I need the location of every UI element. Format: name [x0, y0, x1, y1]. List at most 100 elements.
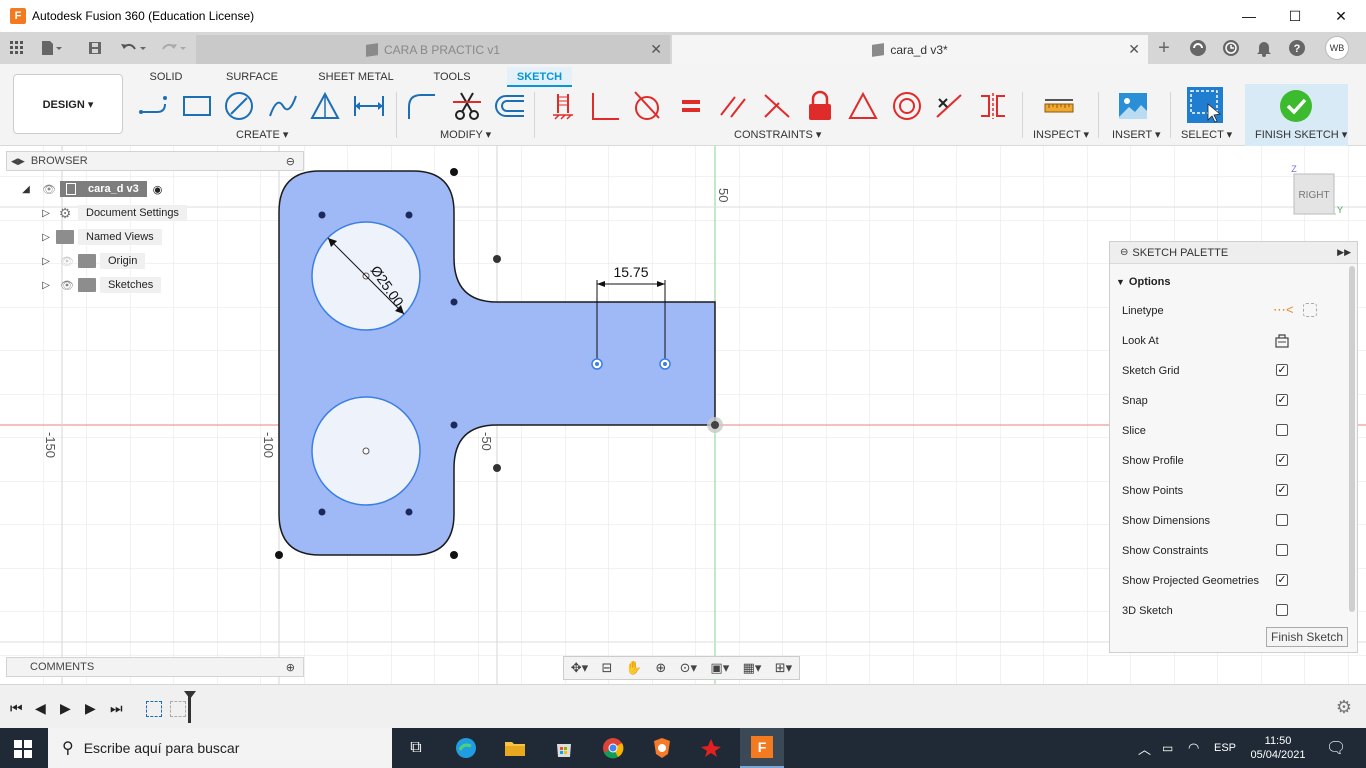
show-profile-checkbox[interactable]: ✓	[1276, 454, 1288, 466]
store-icon[interactable]	[546, 732, 582, 764]
palette-scrollbar[interactable]	[1349, 266, 1355, 612]
maximize-button[interactable]: ☐	[1272, 0, 1318, 32]
tab-cara-d[interactable]: cara_d v3* ✕	[672, 35, 1148, 64]
linear-dimension-label[interactable]: 15.75	[613, 264, 648, 280]
slice-checkbox[interactable]	[1276, 424, 1288, 436]
tree-root-label[interactable]: cara_d v3	[59, 181, 147, 197]
close-tab-icon[interactable]: ✕	[650, 41, 662, 58]
viewcube-face-label[interactable]: RIGHT	[1298, 190, 1329, 201]
expand-triangle-icon[interactable]: ▷	[40, 231, 52, 243]
finish-sketch-check-icon[interactable]	[1278, 88, 1314, 124]
timeline-step-back-icon[interactable]: ◀︎	[35, 700, 46, 717]
tree-item-named-views[interactable]: ▷ Named Views	[40, 227, 162, 247]
tab-solid[interactable]: SOLID	[146, 67, 186, 87]
red-app-icon[interactable]	[693, 732, 729, 764]
pan-hand-icon[interactable]: ✋	[626, 660, 642, 676]
collapse-arrows-icon[interactable]: ◀▶	[11, 156, 25, 167]
taskbar-search-box[interactable]: ⚲ Escribe aquí para buscar	[48, 728, 392, 768]
file-explorer-icon[interactable]	[497, 732, 533, 764]
help-icon[interactable]: ?	[1286, 37, 1308, 59]
look-at-nav-icon[interactable]: ⊟	[601, 660, 612, 676]
tree-item-sketches[interactable]: ▷ 👁 Sketches	[40, 275, 162, 295]
fix-constraint-icon[interactable]	[546, 90, 580, 122]
collinear-constraint-icon[interactable]	[932, 90, 966, 122]
timeline-marker-head[interactable]	[184, 691, 196, 699]
options-section-header[interactable]: ▼ Options	[1116, 274, 1170, 290]
show-projected-geometries-checkbox[interactable]: ✓	[1276, 574, 1288, 586]
extensions-icon[interactable]	[1187, 37, 1209, 59]
expand-triangle-icon[interactable]: ▷	[40, 207, 52, 219]
select-tool-icon[interactable]	[1186, 86, 1224, 124]
equal-constraint-icon[interactable]	[674, 90, 708, 122]
insert-image-icon[interactable]	[1116, 90, 1150, 122]
fillet-tool-icon[interactable]	[404, 90, 438, 122]
task-view-icon[interactable]: ⧉	[398, 732, 434, 764]
file-menu-icon[interactable]	[40, 38, 62, 58]
expand-triangle-icon[interactable]: ▷	[40, 279, 52, 291]
expand-triangle-icon[interactable]: ◢	[20, 183, 32, 195]
modify-menu[interactable]: MODIFY ▾	[440, 128, 491, 141]
sketch-feature-icon[interactable]	[170, 701, 186, 717]
tree-item-origin[interactable]: ▷ 👁 Origin	[40, 251, 146, 271]
close-tab-icon[interactable]: ✕	[1128, 41, 1140, 58]
finish-sketch-menu[interactable]: FINISH SKETCH ▾	[1255, 128, 1347, 141]
timeline-step-forward-icon[interactable]: ▶︎	[85, 700, 96, 717]
finish-sketch-button[interactable]: Finish Sketch	[1266, 627, 1348, 647]
tree-item-document-settings[interactable]: ▷ ⚙ Document Settings	[40, 203, 187, 223]
visibility-eye-icon[interactable]: 👁	[60, 279, 74, 292]
wifi-icon[interactable]: ◠	[1188, 728, 1199, 768]
concentric-constraint-icon[interactable]	[890, 90, 924, 122]
zoom-icon[interactable]: ⊕	[655, 660, 666, 676]
viewports-icon[interactable]: ⊞▾	[775, 660, 792, 676]
3d-sketch-checkbox[interactable]	[1276, 604, 1288, 616]
line-tool-icon[interactable]	[136, 90, 170, 122]
measure-ruler-icon[interactable]	[1042, 90, 1076, 122]
parallel-constraint-icon[interactable]	[716, 90, 750, 122]
notification-center-icon[interactable]: 🗨	[1326, 728, 1346, 768]
browser-panel-header[interactable]: ◀▶ BROWSER ⊖	[6, 151, 304, 171]
construction-linetype-icon[interactable]: ⋯<	[1273, 302, 1294, 318]
hidden-eye-icon[interactable]: 👁	[60, 255, 74, 268]
symmetry-constraint-icon[interactable]	[976, 90, 1010, 122]
comments-panel-header[interactable]: COMMENTS ⊕	[6, 657, 304, 677]
activate-radio-icon[interactable]: ◉	[153, 183, 163, 196]
show-hidden-icons-chevron-icon[interactable]: ︿	[1138, 728, 1151, 768]
tab-sheet-metal[interactable]: SHEET METAL	[318, 67, 394, 87]
constraints-menu[interactable]: CONSTRAINTS ▾	[734, 128, 821, 141]
save-icon[interactable]	[84, 38, 106, 58]
brave-browser-icon[interactable]	[644, 732, 680, 764]
clock[interactable]: 11:50 05/04/2021	[1246, 728, 1310, 768]
rectangle-tool-icon[interactable]	[180, 90, 214, 122]
inspect-menu[interactable]: INSPECT ▾	[1033, 128, 1089, 141]
polygon-tool-icon[interactable]	[308, 90, 342, 122]
centerline-linetype-icon[interactable]	[1303, 303, 1317, 317]
offset-tool-icon[interactable]	[492, 90, 526, 122]
new-tab-button[interactable]: +	[1153, 37, 1175, 59]
show-points-checkbox[interactable]: ✓	[1276, 484, 1288, 496]
snap-checkbox[interactable]: ✓	[1276, 394, 1288, 406]
spline-tool-icon[interactable]	[266, 90, 300, 122]
close-window-button[interactable]: ✕	[1318, 0, 1364, 32]
zoom-window-icon[interactable]: ⊙▾	[680, 660, 697, 676]
palette-expand-icon[interactable]: ▶▶	[1337, 247, 1351, 258]
tab-sketch[interactable]: SKETCH	[507, 67, 572, 87]
circle-tool-icon[interactable]	[222, 90, 256, 122]
language-indicator[interactable]: ESP	[1214, 728, 1236, 768]
midpoint-constraint-icon[interactable]	[846, 90, 880, 122]
insert-menu[interactable]: INSERT ▾	[1112, 128, 1161, 141]
fusion-360-taskbar-icon[interactable]: F	[740, 728, 784, 768]
display-settings-icon[interactable]: ▣▾	[710, 660, 729, 676]
orbit-pan-icon[interactable]: ✥▾	[571, 660, 588, 676]
grid-settings-icon[interactable]: ▦▾	[743, 660, 762, 676]
visibility-eye-icon[interactable]: 👁	[42, 183, 56, 196]
redo-icon[interactable]	[158, 38, 188, 58]
palette-collapse-icon[interactable]: ⊖	[1120, 247, 1128, 258]
select-menu[interactable]: SELECT ▾	[1181, 128, 1232, 141]
sketch-grid-checkbox[interactable]: ✓	[1276, 364, 1288, 376]
show-dimensions-checkbox[interactable]	[1276, 514, 1288, 526]
coincident-constraint-icon[interactable]	[588, 90, 622, 122]
look-at-icon[interactable]	[1274, 333, 1290, 352]
chrome-icon[interactable]	[595, 732, 631, 764]
browser-collapse-icon[interactable]: ⊖	[286, 155, 295, 168]
palette-header[interactable]: ⊖ SKETCH PALETTE ▶▶	[1110, 242, 1357, 264]
